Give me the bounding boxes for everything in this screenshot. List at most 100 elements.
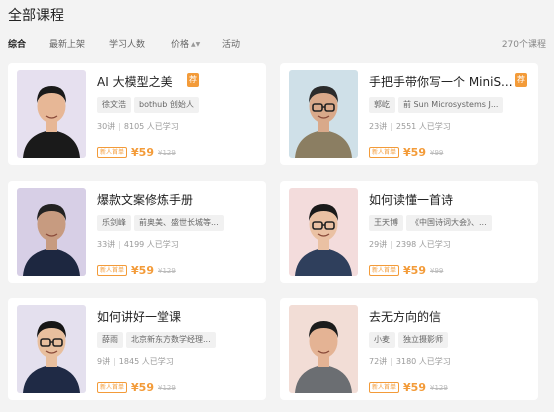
sort-activity[interactable]: 活动 xyxy=(222,37,240,50)
instructor-photo xyxy=(17,188,86,276)
sort-comprehensive[interactable]: 综合 xyxy=(8,37,26,50)
new-user-badge: 新人首单 xyxy=(369,147,400,158)
course-card[interactable]: 去无方向的信 小麦 独立摄影师 72讲 | 3180 人已学习 新人首单 ¥59 ¥129 xyxy=(280,298,538,400)
instructor-photo xyxy=(17,70,86,158)
recommended-badge: 荐 xyxy=(187,73,199,87)
sort-newest[interactable]: 最新上架 xyxy=(49,37,85,50)
course-meta: 33讲 | 4199 人已学习 xyxy=(97,239,179,250)
instructor-title-tag: 前奥美、盛世长城等... xyxy=(134,215,224,231)
learner-count: 2398 人已学习 xyxy=(395,240,451,249)
instructor-name-tag: 薛雨 xyxy=(97,332,123,348)
instructor-title-tag: bothub 创始人 xyxy=(134,97,199,113)
recommended-badge: 荐 xyxy=(515,73,527,87)
course-tags: 郭屹前 Sun Microsystems J... xyxy=(369,97,506,113)
lesson-count: 72讲 xyxy=(369,357,388,366)
course-title[interactable]: AI 大模型之美 xyxy=(97,73,173,90)
course-title[interactable]: 去无方向的信 xyxy=(369,308,441,325)
instructor-name-tag: 郭屹 xyxy=(369,97,395,113)
course-meta: 72讲 | 3180 人已学习 xyxy=(369,356,451,367)
price-row: 新人首单 ¥59 ¥129 xyxy=(369,376,448,394)
instructor-title-tag: 前 Sun Microsystems J... xyxy=(398,97,503,113)
new-user-badge: 新人首单 xyxy=(97,147,128,158)
instructor-name-tag: 乐剑峰 xyxy=(97,215,131,231)
instructor-portrait-icon xyxy=(17,70,86,158)
learner-count: 4199 人已学习 xyxy=(123,240,179,249)
instructor-name-tag: 小麦 xyxy=(369,332,395,348)
instructor-portrait-icon xyxy=(289,305,358,393)
course-title[interactable]: 爆款文案修炼手册 xyxy=(97,191,193,208)
meta-divider: | xyxy=(390,357,393,366)
course-meta: 23讲 | 2551 人已学习 xyxy=(369,121,451,132)
sort-price[interactable]: 价格 ▲▼ xyxy=(171,37,200,50)
course-title[interactable]: 如何读懂一首诗 xyxy=(369,191,453,208)
new-user-badge: 新人首单 xyxy=(97,382,128,393)
course-card[interactable]: 手把手带你写一个 MiniS... 荐郭屹前 Sun Microsystems J… xyxy=(280,63,538,165)
course-card[interactable]: 如何讲好一堂课 薛雨 北京新东方数学经理... 9讲 | 1845 人已学习 新人首单 ¥59… xyxy=(8,298,266,400)
original-price: ¥99 xyxy=(429,149,444,157)
course-price: ¥59 xyxy=(131,264,154,277)
instructor-title-tag: 《中国诗词大会》、... xyxy=(406,215,492,231)
price-row: 新人首单 ¥59 ¥99 xyxy=(369,141,444,159)
sort-learners[interactable]: 学习人数 xyxy=(109,37,145,50)
course-count: 270个课程 xyxy=(501,40,546,50)
course-price: ¥59 xyxy=(131,381,154,394)
new-user-badge: 新人首单 xyxy=(97,265,128,276)
original-price: ¥129 xyxy=(157,149,176,157)
sort-bar: 综合 最新上架 学习人数 价格 ▲▼ 活动 270个课程 xyxy=(8,37,546,51)
learner-count: 2551 人已学习 xyxy=(395,122,451,131)
course-title[interactable]: 手把手带你写一个 MiniS... xyxy=(369,73,513,90)
instructor-title-tag: 北京新东方数学经理... xyxy=(126,332,216,348)
course-tags: 小麦 独立摄影师 xyxy=(369,332,451,348)
new-user-badge: 新人首单 xyxy=(369,265,400,276)
new-user-badge: 新人首单 xyxy=(369,382,400,393)
lesson-count: 9讲 xyxy=(97,357,111,366)
learner-count: 8105 人已学习 xyxy=(123,122,179,131)
instructor-portrait-icon xyxy=(289,70,358,158)
original-price: ¥129 xyxy=(429,384,448,392)
course-tags: 王天博 《中国诗词大会》、... xyxy=(369,215,495,231)
meta-divider: | xyxy=(118,240,121,249)
instructor-title-tag: 独立摄影师 xyxy=(398,332,448,348)
course-tags: 乐剑峰 前奥美、盛世长城等... xyxy=(97,215,227,231)
original-price: ¥99 xyxy=(429,267,444,275)
course-price: ¥59 xyxy=(131,146,154,159)
instructor-photo xyxy=(289,305,358,393)
lesson-count: 33讲 xyxy=(97,240,116,249)
course-price: ¥59 xyxy=(403,381,426,394)
learner-count: 1845 人已学习 xyxy=(118,357,174,366)
learner-count: 3180 人已学习 xyxy=(395,357,451,366)
instructor-portrait-icon xyxy=(17,305,86,393)
instructor-photo xyxy=(289,188,358,276)
price-row: 新人首单 ¥59 ¥129 xyxy=(97,141,176,159)
page-title: 全部课程 xyxy=(8,8,64,24)
sort-price-label: 价格 xyxy=(171,40,190,50)
course-card[interactable]: 如何读懂一首诗 王天博 《中国诗词大会》、... 29讲 | 2398 人已学习 新人首单 ¥… xyxy=(280,181,538,283)
course-tags: 徐文浩 bothub 创始人 xyxy=(97,97,202,113)
lesson-count: 29讲 xyxy=(369,240,388,249)
course-tags: 薛雨 北京新东方数学经理... xyxy=(97,332,219,348)
instructor-photo xyxy=(17,305,86,393)
sort-arrows-icon: ▲▼ xyxy=(191,41,201,48)
course-meta: 29讲 | 2398 人已学习 xyxy=(369,239,451,250)
meta-divider: | xyxy=(390,240,393,249)
instructor-name-tag: 王天博 xyxy=(369,215,403,231)
course-meta: 9讲 | 1845 人已学习 xyxy=(97,356,174,367)
course-price: ¥59 xyxy=(403,264,426,277)
instructor-portrait-icon xyxy=(17,188,86,276)
price-row: 新人首单 ¥59 ¥129 xyxy=(97,376,176,394)
course-price: ¥59 xyxy=(403,146,426,159)
instructor-name-tag: 徐文浩 xyxy=(97,97,131,113)
original-price: ¥129 xyxy=(157,384,176,392)
instructor-photo xyxy=(289,70,358,158)
price-row: 新人首单 ¥59 ¥99 xyxy=(369,259,444,277)
course-card[interactable]: 爆款文案修炼手册 乐剑峰 前奥美、盛世长城等... 33讲 | 4199 人已学习 新人首单… xyxy=(8,181,266,283)
course-card[interactable]: AI 大模型之美荐徐文浩 bothub 创始人 30讲 | 8105 人已学习 新人首单 ¥… xyxy=(8,63,266,165)
price-row: 新人首单 ¥59 ¥129 xyxy=(97,259,176,277)
original-price: ¥129 xyxy=(157,267,176,275)
instructor-portrait-icon xyxy=(289,188,358,276)
lesson-count: 30讲 xyxy=(97,122,116,131)
lesson-count: 23讲 xyxy=(369,122,388,131)
course-meta: 30讲 | 8105 人已学习 xyxy=(97,121,179,132)
course-title[interactable]: 如何讲好一堂课 xyxy=(97,308,181,325)
meta-divider: | xyxy=(118,122,121,131)
